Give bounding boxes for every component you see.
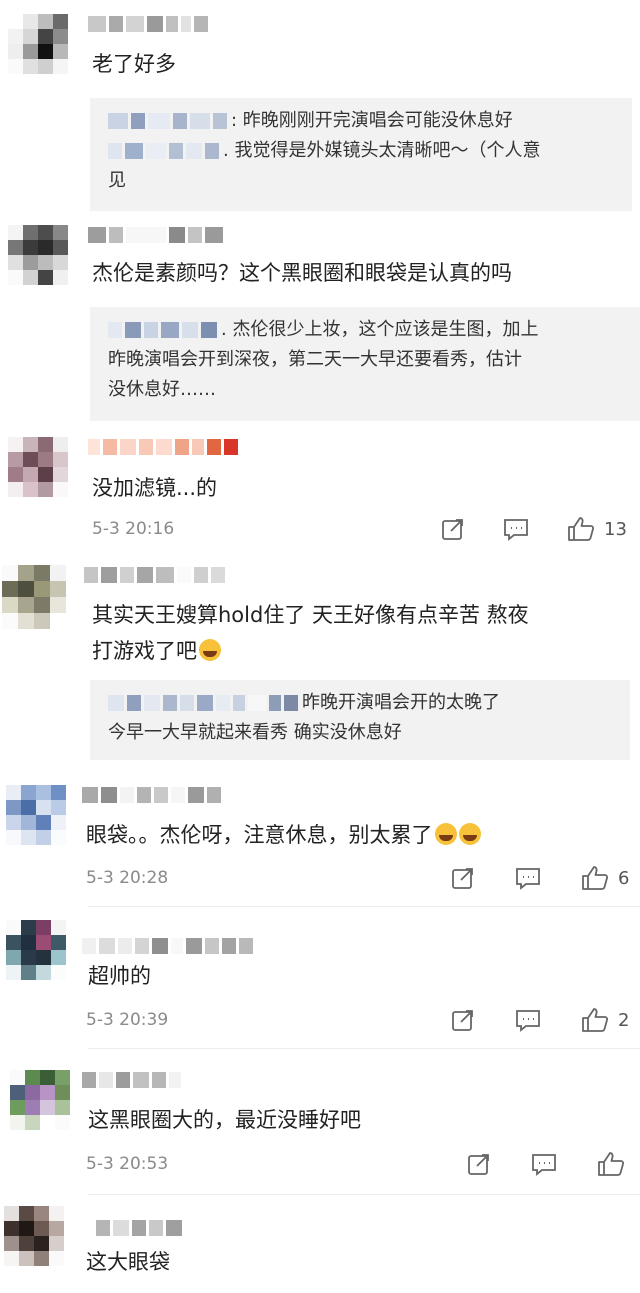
reply-text: 见 (108, 170, 126, 191)
crying-emoji-icon (434, 823, 457, 845)
like-button[interactable] (596, 1150, 634, 1178)
crying-emoji-icon (458, 823, 481, 845)
comment-timestamp: 5-3 20:39 (86, 1010, 169, 1030)
username-blurred[interactable] (84, 567, 225, 583)
comment-text: 超帅的 (88, 964, 151, 988)
share-button[interactable] (450, 865, 476, 891)
like-icon (582, 1008, 609, 1032)
share-button[interactable] (466, 1151, 492, 1177)
comment-actions: 13 (440, 515, 627, 543)
username-blurred[interactable] (82, 938, 253, 954)
comment-item: 其实天王嫂算hold住了 天王好像有点辛苦 熬夜 打游戏了吧 昨晚开演唱会开的太… (0, 555, 640, 765)
comment-actions (466, 1150, 634, 1178)
avatar[interactable] (8, 225, 68, 285)
comment-item: 眼袋。。杰伦呀，注意休息，别太累了 5-3 20:28 6 (0, 775, 640, 905)
comment-item: 杰伦是素颜吗？这个黑眼圈和眼袋是认真的吗 . 杰伦很少上妆，这个应该是生图，加上… (0, 215, 640, 425)
comment-timestamp: 5-3 20:53 (86, 1154, 169, 1174)
like-count: 2 (618, 1009, 630, 1031)
comment-text: 打游戏了吧 (92, 633, 632, 669)
reply-username-blurred[interactable] (108, 113, 227, 129)
comment-item: 这黑眼圈大的，最近没睡好吧 5-3 20:53 (0, 1052, 640, 1192)
like-button[interactable]: 2 (580, 1006, 629, 1034)
username-blurred[interactable] (82, 1072, 181, 1088)
comment-text: 眼袋。。杰伦呀，注意休息，别太累了 (86, 817, 626, 853)
comment-button[interactable] (514, 1007, 542, 1033)
like-count: 13 (604, 518, 627, 540)
share-button[interactable] (450, 1007, 476, 1033)
avatar[interactable] (6, 785, 66, 845)
comment-text: 杰伦是素颜吗？这个黑眼圈和眼袋是认真的吗 (92, 261, 512, 285)
comment-icon (516, 868, 540, 890)
reply-line: 没休息好…… (108, 375, 626, 405)
grin-emoji-icon (199, 639, 221, 661)
username-blurred[interactable] (88, 16, 208, 32)
username-blurred[interactable] (88, 439, 238, 455)
comment-button[interactable] (530, 1151, 558, 1177)
comment-text: 老了好多 (92, 52, 176, 76)
avatar[interactable] (2, 565, 66, 629)
avatar[interactable] (4, 1206, 64, 1266)
like-icon (598, 1152, 625, 1176)
comment-actions: 2 (450, 1006, 629, 1034)
share-icon (442, 519, 463, 540)
reply-box[interactable]: : 昨晚刚刚开完演唱会可能没休息好 . 我觉得是外媒镜头太清晰吧～（个人意 见 (90, 98, 632, 211)
reply-box[interactable]: . 杰伦很少上妆，这个应该是生图，加上 昨晚演唱会开到深夜，第二天一大早还要看秀… (90, 307, 640, 421)
reply-username-blurred[interactable] (108, 143, 219, 159)
like-icon (568, 517, 595, 541)
comment-item: 超帅的 5-3 20:39 2 (0, 910, 640, 1045)
comment-icon (504, 519, 528, 541)
comment-actions: 6 (450, 864, 629, 892)
share-button[interactable] (440, 516, 466, 542)
reply-username-blurred[interactable] (108, 695, 298, 711)
share-icon (468, 1154, 489, 1175)
username-blurred[interactable] (96, 1220, 182, 1236)
reply-line: 见 (108, 166, 618, 196)
divider (88, 1048, 640, 1049)
reply-text: 今早一大早就起来看秀 确实没休息好 (108, 722, 402, 743)
comment-timestamp: 5-3 20:16 (92, 519, 175, 539)
reply-username-blurred[interactable] (108, 322, 217, 338)
comment-timestamp: 5-3 20:28 (86, 868, 169, 888)
comment-icon (516, 1010, 540, 1032)
comment-text-line: 眼袋。。杰伦呀，注意休息，别太累了 (86, 823, 433, 847)
avatar[interactable] (8, 437, 68, 497)
username-blurred[interactable] (88, 227, 223, 243)
reply-text: : 昨晚刚刚开完演唱会可能没休息好 (231, 110, 513, 131)
reply-line: 昨晚开演唱会开的太晚了 (108, 688, 616, 718)
like-icon (582, 866, 609, 890)
reply-text: . 杰伦很少上妆，这个应该是生图，加上 (221, 319, 539, 340)
avatar[interactable] (8, 14, 68, 74)
username-blurred[interactable] (82, 787, 221, 803)
divider (88, 906, 640, 907)
like-count: 6 (618, 867, 630, 889)
reply-text: 昨晚演唱会开到深夜，第二天一大早还要看秀，估计 (108, 349, 522, 370)
comment-text: 其实天王嫂算hold住了 天王好像有点辛苦 熬夜 (92, 603, 529, 627)
comment-text: 没加滤镜...的 (92, 476, 218, 500)
comment-button[interactable] (502, 516, 530, 542)
comment-item: 老了好多 : 昨晚刚刚开完演唱会可能没休息好 . 我觉得是外媒镜头太清晰吧～（个… (0, 0, 640, 215)
reply-line: 昨晚演唱会开到深夜，第二天一大早还要看秀，估计 (108, 345, 626, 375)
reply-box[interactable]: 昨晚开演唱会开的太晚了 今早一大早就起来看秀 确实没休息好 (90, 680, 630, 760)
share-icon (452, 868, 473, 889)
comment-button[interactable] (514, 865, 542, 891)
comment-text: 这大眼袋 (86, 1250, 170, 1274)
divider (88, 1194, 640, 1195)
reply-line: . 杰伦很少上妆，这个应该是生图，加上 (108, 315, 626, 345)
comment-text: 这黑眼圈大的，最近没睡好吧 (88, 1108, 361, 1132)
avatar[interactable] (10, 1070, 70, 1130)
reply-line: . 我觉得是外媒镜头太清晰吧～（个人意 (108, 136, 618, 166)
reply-text: . 我觉得是外媒镜头太清晰吧～（个人意 (223, 140, 541, 161)
reply-text: 没休息好…… (108, 379, 216, 400)
comment-item: 没加滤镜...的 5-3 20:16 13 (0, 425, 640, 555)
reply-line: : 昨晚刚刚开完演唱会可能没休息好 (108, 106, 618, 136)
comment-icon (532, 1154, 556, 1176)
like-button[interactable]: 6 (580, 864, 629, 892)
reply-text: 昨晚开演唱会开的太晚了 (302, 692, 500, 713)
like-button[interactable]: 13 (566, 515, 627, 543)
comment-text-line: 打游戏了吧 (92, 639, 197, 663)
reply-line: 今早一大早就起来看秀 确实没休息好 (108, 718, 616, 748)
comment-item: 这大眼袋 (0, 1198, 640, 1293)
share-icon (452, 1010, 473, 1031)
avatar[interactable] (6, 920, 66, 980)
